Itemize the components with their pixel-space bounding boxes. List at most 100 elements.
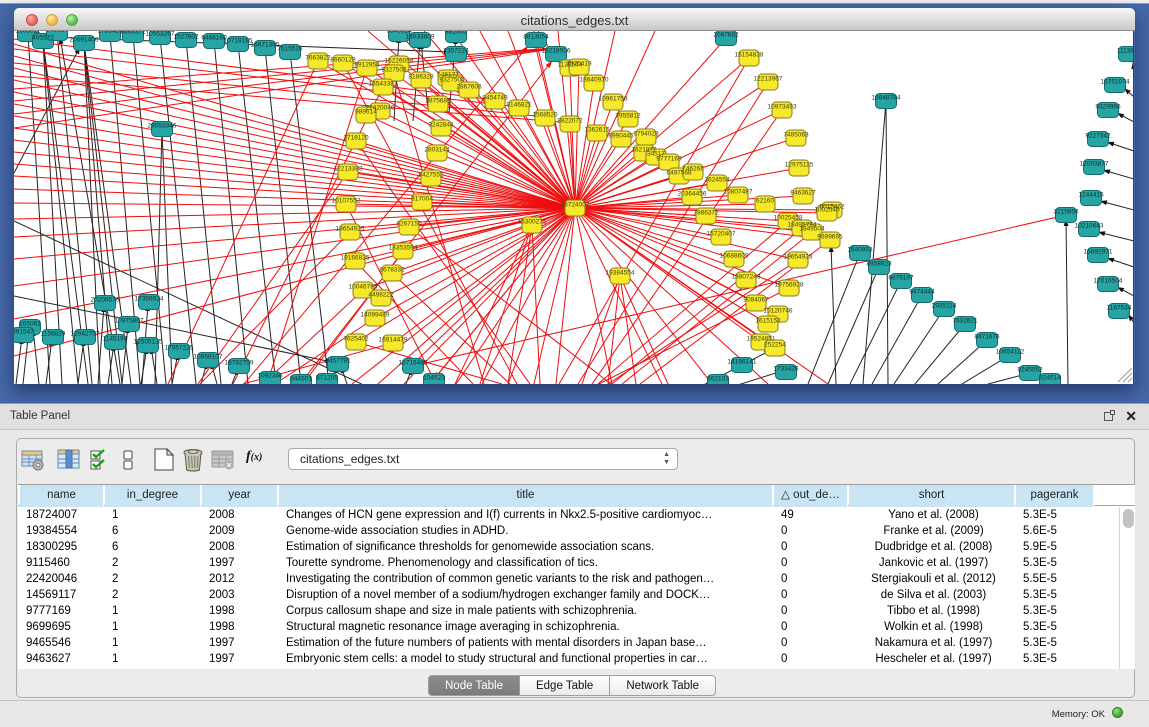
svg-text:17016504: 17016504 [1094, 278, 1123, 285]
svg-text:8267150: 8267150 [396, 221, 422, 228]
svg-text:15716485: 15716485 [399, 360, 428, 367]
svg-text:7357224: 7357224 [443, 48, 469, 55]
svg-text:3875685: 3875685 [425, 98, 451, 105]
svg-text:14196141: 14196141 [728, 359, 757, 366]
svg-text:15751074: 15751074 [1101, 79, 1130, 86]
svg-text:9245052: 9245052 [1017, 367, 1043, 374]
svg-text:19166825: 19166825 [341, 255, 370, 262]
svg-text:19756928: 19756928 [775, 282, 804, 289]
svg-text:1145194: 1145194 [103, 336, 128, 343]
svg-text:1002545: 1002545 [814, 207, 840, 214]
svg-text:9329966: 9329966 [1095, 104, 1121, 111]
svg-text:924514: 924514 [1039, 375, 1061, 382]
svg-text:15226058: 15226058 [385, 58, 414, 65]
svg-text:2867608: 2867608 [456, 84, 482, 91]
svg-text:8186328: 8186328 [408, 74, 434, 81]
svg-text:2935114: 2935114 [932, 303, 957, 310]
svg-text:16154838: 16154838 [735, 52, 764, 59]
svg-text:8990445: 8990445 [608, 133, 634, 140]
svg-text:16033809: 16033809 [406, 34, 435, 41]
svg-text:8822072: 8822072 [557, 118, 583, 125]
svg-text:1167534: 1167534 [1107, 305, 1132, 312]
svg-text:8471676: 8471676 [974, 334, 1000, 341]
svg-text:20691406: 20691406 [70, 37, 99, 44]
svg-text:9242848: 9242848 [428, 122, 454, 129]
svg-text:1244415: 1244415 [1078, 192, 1104, 199]
svg-text:3215956: 3215956 [1053, 209, 1079, 216]
svg-text:8663372: 8663372 [120, 31, 146, 36]
svg-text:1615152: 1615152 [755, 318, 781, 325]
svg-text:817004: 817004 [411, 196, 433, 203]
svg-text:62160: 62160 [756, 198, 774, 205]
svg-text:944501: 944501 [290, 376, 312, 383]
svg-text:19384554: 19384554 [606, 270, 635, 277]
svg-text:10961758: 10961758 [599, 96, 628, 103]
svg-text:16671385: 16671385 [251, 42, 280, 49]
svg-text:1113874: 1113874 [1117, 48, 1134, 55]
svg-text:18807249: 18807249 [732, 274, 761, 281]
svg-text:19218506: 19218506 [542, 48, 571, 55]
svg-text:29053346: 29053346 [148, 123, 177, 130]
svg-text:14099489: 14099489 [361, 312, 390, 319]
svg-text:20206576: 20206576 [91, 297, 120, 304]
svg-text:9457791: 9457791 [325, 358, 351, 365]
svg-text:7632621: 7632621 [952, 318, 978, 325]
svg-text:10654112: 10654112 [996, 349, 1025, 356]
svg-text:4498222: 4498222 [368, 292, 394, 299]
svg-text:17957225: 17957225 [165, 345, 194, 352]
svg-text:16543382: 16543382 [369, 81, 398, 88]
svg-text:20364456: 20364456 [678, 191, 707, 198]
svg-text:15692971: 15692971 [1084, 249, 1113, 256]
svg-text:10120746: 10120746 [764, 308, 793, 315]
svg-text:8678332: 8678332 [379, 267, 405, 274]
svg-text:9777169: 9777169 [656, 156, 682, 163]
svg-text:2718120: 2718120 [343, 135, 369, 142]
svg-text:903314: 903314 [46, 31, 68, 34]
svg-text:9474444: 9474444 [909, 289, 935, 296]
svg-text:16782759: 16782759 [225, 360, 254, 367]
svg-text:10553267: 10553267 [146, 31, 175, 38]
svg-text:2087682: 2087682 [713, 32, 739, 39]
svg-text:252254: 252254 [764, 342, 786, 349]
svg-text:18724007: 18724007 [561, 202, 590, 209]
svg-text:10975867: 10975867 [115, 318, 144, 325]
svg-text:405572: 405572 [32, 35, 54, 42]
svg-text:8427552: 8427552 [418, 172, 444, 179]
svg-text:8912954: 8912954 [354, 62, 380, 69]
svg-text:10107552: 10107552 [332, 198, 361, 205]
svg-text:12975115: 12975115 [785, 162, 814, 169]
svg-text:17359924: 17359924 [135, 296, 164, 303]
svg-text:1733426: 1733426 [97, 31, 123, 35]
svg-text:18640910: 18640910 [580, 77, 609, 84]
svg-text:1362615: 1362615 [584, 127, 610, 134]
svg-text:391547: 391547 [14, 329, 34, 336]
svg-text:19654925: 19654925 [336, 226, 365, 233]
svg-text:16648784: 16648784 [872, 95, 901, 102]
svg-text:12942757: 12942757 [71, 331, 100, 338]
svg-text:8660128: 8660128 [330, 57, 356, 64]
svg-text:7955812: 7955812 [615, 113, 641, 120]
svg-text:1092346: 1092346 [257, 373, 283, 380]
svg-text:9146821: 9146821 [506, 102, 532, 109]
svg-text:12093877: 12093877 [1080, 161, 1109, 168]
svg-text:19654923: 19654923 [784, 254, 813, 261]
svg-text:15300275: 15300275 [518, 219, 547, 226]
svg-text:1733426: 1733426 [773, 366, 799, 373]
svg-text:7485063: 7485063 [783, 132, 809, 139]
svg-text:8958923: 8958923 [866, 261, 892, 268]
svg-text:10807487: 10807487 [724, 189, 753, 196]
svg-text:12213967: 12213967 [754, 76, 783, 83]
svg-text:662103: 662103 [707, 376, 729, 383]
svg-text:12505135: 12505135 [134, 339, 163, 346]
svg-text:1849504: 1849504 [799, 226, 825, 233]
svg-text:16914479: 16914479 [379, 337, 408, 344]
svg-text:13353594: 13353594 [389, 245, 418, 252]
svg-text:165061: 165061 [19, 321, 41, 328]
svg-text:10046785: 10046785 [349, 284, 378, 291]
svg-text:7986372: 7986372 [693, 210, 719, 217]
svg-text:10025458: 10025458 [774, 215, 803, 222]
svg-text:10688609: 10688609 [720, 253, 749, 260]
svg-text:1527602: 1527602 [173, 34, 199, 41]
svg-text:3624554: 3624554 [704, 177, 730, 184]
svg-text:8454749: 8454749 [482, 95, 508, 102]
